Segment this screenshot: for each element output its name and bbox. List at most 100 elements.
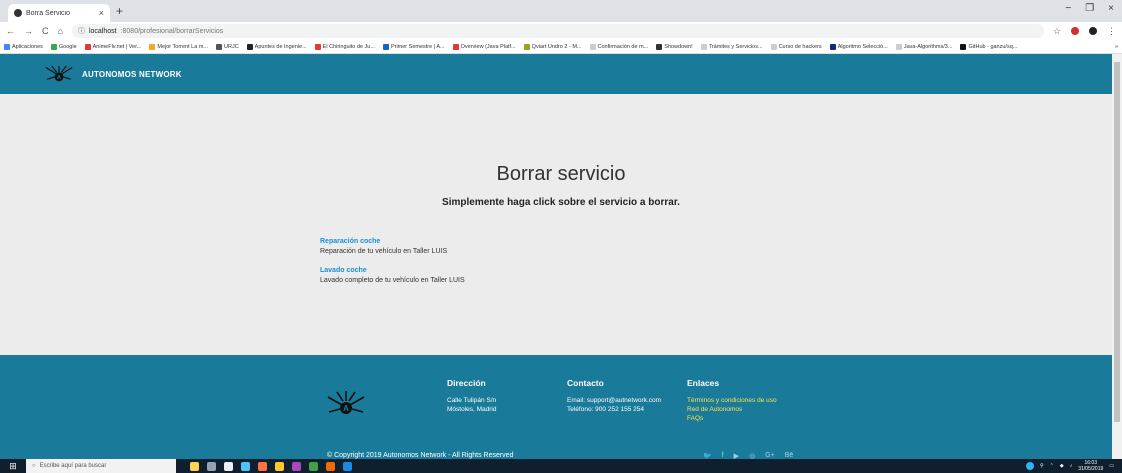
bookmark-item[interactable]: El Chiringuito de Ju... (314, 43, 375, 50)
close-window-button[interactable]: × (1108, 3, 1114, 14)
copyright-text: © Copyright 2019 Autonomos Network - All… (327, 452, 514, 459)
search-placeholder: Escribe aquí para buscar (39, 463, 107, 469)
app-icon[interactable] (326, 461, 335, 471)
service-description: Lavado completo de tu vehículo en Taller… (320, 277, 465, 284)
bookmark-item[interactable]: Showdown! (656, 43, 693, 50)
service-item[interactable]: Lavado coche Lavado completo de tu vehíc… (320, 266, 465, 286)
footer-address: Dirección Calle Tulipán S/n Móstoles, Ma… (447, 379, 497, 414)
info-icon: ⓘ (77, 28, 85, 35)
behance-icon[interactable]: Bē (785, 452, 794, 459)
site-footer: A Dirección Calle Tulipán S/n Móstoles, … (0, 355, 1112, 459)
store-icon[interactable] (275, 461, 284, 471)
bookmark-item[interactable]: Apuntes de Ingenie... (246, 43, 307, 50)
new-tab-button[interactable]: + (116, 4, 123, 18)
bookmark-item[interactable]: URJC (216, 43, 239, 50)
address-line: Calle Tulipán S/n (447, 397, 497, 404)
bookmark-item[interactable]: Curso de hackers (770, 43, 822, 50)
service-name-link[interactable]: Lavado coche (320, 266, 465, 276)
service-item[interactable]: Reparación coche Reparación de tu vehícu… (320, 237, 465, 257)
eclipse-icon[interactable] (292, 461, 301, 471)
bookmark-item[interactable]: Trámites y Servicios... (700, 43, 763, 50)
clock-date: 31/05/2019 (1078, 466, 1104, 472)
url-path: :8080/profesional/borrarServicios (120, 27, 224, 35)
bookmark-item[interactable]: Java-Algorithms/3... (895, 43, 952, 50)
social-links: 🐦 f ▶ ◎ G+ Bē (703, 452, 793, 459)
bookmark-item[interactable]: Google (50, 43, 77, 50)
home-icon[interactable]: ⌂ (58, 26, 63, 36)
favicon-icon (14, 9, 22, 17)
taskbar-apps (176, 461, 352, 471)
windows-taskbar: ⊞ ○ Escribe aquí para buscar ⚲ ⌃ ◆ ♪ 16:… (0, 459, 1122, 473)
maximize-button[interactable]: ❐ (1085, 3, 1094, 14)
address-title: Dirección (447, 378, 486, 388)
bookmark-item[interactable]: Primer Semestre | A... (382, 43, 445, 50)
spotify-icon[interactable] (309, 461, 318, 471)
network-icon[interactable]: ◆ (1060, 463, 1064, 469)
browser-tabstrip: Borra Servicio × + − ❐ × (0, 0, 1122, 22)
bookmark-item[interactable]: AnimeFlv.net | Ver... (84, 43, 141, 50)
windows-start-icon[interactable]: ⊞ (0, 459, 26, 473)
system-tray: ⚲ ⌃ ◆ ♪ 16:03 31/05/2019 ▭ (1026, 460, 1122, 472)
network-link[interactable]: Red de Autonomos (687, 405, 777, 414)
googleplus-icon[interactable]: G+ (765, 452, 775, 459)
close-tab-icon[interactable]: × (99, 8, 104, 18)
twitter-icon[interactable]: 🐦 (703, 452, 712, 459)
autonomos-logo-icon[interactable]: A (44, 63, 74, 85)
back-icon[interactable]: ← (6, 26, 15, 36)
reload-icon[interactable]: C (42, 26, 49, 36)
extension-icon[interactable] (1071, 27, 1079, 35)
youtube-icon[interactable]: ▶ (734, 452, 739, 459)
links-title: Enlaces (687, 378, 720, 388)
page-scrollbar[interactable] (1112, 54, 1122, 459)
web-page: A AUTONOMOS NETWORK Borrar servicio Simp… (0, 54, 1112, 459)
address-bar[interactable]: ⓘ localhost:8080/profesional/borrarServi… (71, 24, 1044, 38)
faqs-link[interactable]: FAQs (687, 414, 777, 423)
volume-icon[interactable]: ♪ (1070, 463, 1073, 469)
menu-icon[interactable]: ⋮ (1107, 26, 1116, 37)
clock[interactable]: 16:03 31/05/2019 (1078, 460, 1103, 472)
facebook-icon[interactable]: f (722, 452, 724, 459)
notifications-icon[interactable]: ▭ (1109, 463, 1114, 469)
bookmark-item[interactable]: GitHub - ganzu/sq... (960, 43, 1017, 50)
mail-icon[interactable] (224, 461, 233, 471)
minimize-button[interactable]: − (1065, 3, 1071, 14)
chrome-icon[interactable] (258, 461, 267, 471)
forward-icon[interactable]: → (24, 26, 33, 36)
bookmark-item[interactable]: Overview (Java Platf... (452, 43, 516, 50)
bookmark-item[interactable]: Confirmación de m... (589, 43, 648, 50)
task-view-icon[interactable] (207, 461, 216, 471)
main-content: Borrar servicio Simplemente haga click s… (0, 94, 1112, 355)
tray-app-icon[interactable] (1026, 462, 1034, 470)
page-title: Borrar servicio (496, 163, 626, 185)
word-icon[interactable] (343, 461, 352, 471)
contact-title: Contacto (567, 378, 604, 388)
explorer-icon[interactable] (241, 461, 250, 471)
service-name-link[interactable]: Reparación coche (320, 237, 465, 247)
contact-phone: Teléfono: 900 252 155 254 (567, 406, 644, 413)
bookmark-item[interactable]: Algoritmo Selecció... (829, 43, 888, 50)
bookmark-item[interactable]: Aplicaciones (4, 43, 43, 50)
brand-name[interactable]: AUTONOMOS NETWORK (82, 70, 182, 79)
toolbar-actions: ☆ ⋮ (1053, 26, 1116, 37)
people-icon[interactable]: ⚲ (1040, 463, 1044, 469)
footer-logo-icon: A (327, 391, 365, 414)
taskbar-search-input[interactable]: ○ Escribe aquí para buscar (26, 459, 176, 473)
mic-icon[interactable] (190, 461, 199, 471)
browser-toolbar: ← → C ⌂ ⓘ localhost:8080/profesional/bor… (0, 22, 1122, 40)
instagram-icon[interactable]: ◎ (749, 452, 755, 459)
terms-link[interactable]: Términos y condiciones de uso (687, 396, 777, 405)
address-line: Móstoles, Madrid (447, 406, 497, 413)
url-host: localhost (88, 27, 117, 35)
star-icon[interactable]: ☆ (1053, 26, 1061, 37)
tab-borra-servicio[interactable]: Borra Servicio × (8, 4, 110, 22)
bookmark-item[interactable]: Mejor Torrent La m... (149, 43, 208, 50)
scrollbar-thumb[interactable] (1114, 62, 1120, 422)
tray-arrow-icon[interactable]: ⌃ (1050, 463, 1054, 469)
tab-title: Borra Servicio (26, 9, 70, 17)
bookmark-item[interactable]: Qviart Undro 2 - M... (523, 43, 582, 50)
svg-text:A: A (343, 404, 349, 413)
bookmarks-more-icon[interactable]: » (1115, 44, 1118, 50)
bookmarks-bar: Aplicaciones Google AnimeFlv.net | Ver..… (0, 40, 1122, 54)
service-description: Reparación de tu vehículo en Taller LUIS (320, 248, 448, 255)
profile-icon[interactable] (1089, 27, 1097, 35)
